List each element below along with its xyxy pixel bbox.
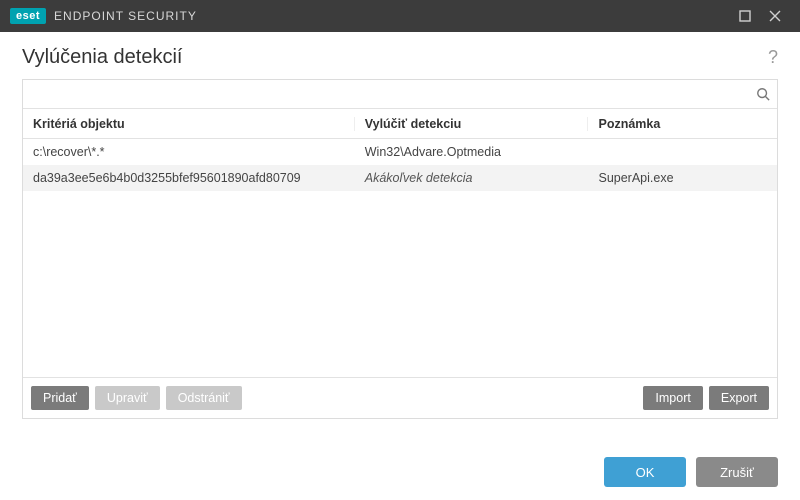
- cell-criteria: c:\recover\*.*: [23, 145, 355, 159]
- delete-button[interactable]: Odstrániť: [166, 386, 242, 410]
- page-title: Vylúčenia detekcií: [22, 46, 768, 69]
- content: Kritériá objektu Vylúčiť detekciu Poznám…: [0, 79, 800, 419]
- close-icon: [769, 10, 781, 22]
- minimize-icon: [739, 10, 751, 22]
- cell-detection: Akákoľvek detekcia: [355, 171, 589, 185]
- minimize-button[interactable]: [730, 0, 760, 32]
- exclusions-panel: Kritériá objektu Vylúčiť detekciu Poznám…: [22, 79, 778, 419]
- search-input[interactable]: [23, 80, 749, 108]
- col-criteria[interactable]: Kritériá objektu: [23, 117, 355, 131]
- export-button[interactable]: Export: [709, 386, 769, 410]
- brand-logo: eset: [10, 8, 46, 24]
- edit-button[interactable]: Upraviť: [95, 386, 160, 410]
- panel-toolbar: Pridať Upraviť Odstrániť Import Export: [23, 377, 777, 418]
- col-detection[interactable]: Vylúčiť detekciu: [355, 117, 589, 131]
- table-body: c:\recover\*.*Win32\Advare.Optmediada39a…: [23, 139, 777, 191]
- titlebar: eset ENDPOINT SECURITY: [0, 0, 800, 32]
- table-header: Kritériá objektu Vylúčiť detekciu Poznám…: [23, 109, 777, 139]
- ok-button[interactable]: OK: [604, 457, 686, 487]
- search-bar: [23, 80, 777, 109]
- help-button[interactable]: ?: [768, 47, 778, 68]
- cell-criteria: da39a3ee5e6b4b0d3255bfef95601890afd80709: [23, 171, 355, 185]
- cell-detection: Win32\Advare.Optmedia: [355, 145, 589, 159]
- close-button[interactable]: [760, 0, 790, 32]
- table-row[interactable]: c:\recover\*.*Win32\Advare.Optmedia: [23, 139, 777, 165]
- search-icon[interactable]: [749, 80, 777, 108]
- cancel-button[interactable]: Zrušiť: [696, 457, 778, 487]
- exclusions-table: Kritériá objektu Vylúčiť detekciu Poznám…: [23, 109, 777, 377]
- import-button[interactable]: Import: [643, 386, 702, 410]
- brand-text: ENDPOINT SECURITY: [54, 9, 197, 23]
- table-row[interactable]: da39a3ee5e6b4b0d3255bfef95601890afd80709…: [23, 165, 777, 191]
- add-button[interactable]: Pridať: [31, 386, 89, 410]
- cell-note: SuperApi.exe: [588, 171, 777, 185]
- brand: eset ENDPOINT SECURITY: [10, 8, 197, 24]
- col-note[interactable]: Poznámka: [588, 117, 777, 131]
- header: Vylúčenia detekcií ?: [0, 32, 800, 79]
- dialog-footer: OK Zrušiť: [0, 444, 800, 500]
